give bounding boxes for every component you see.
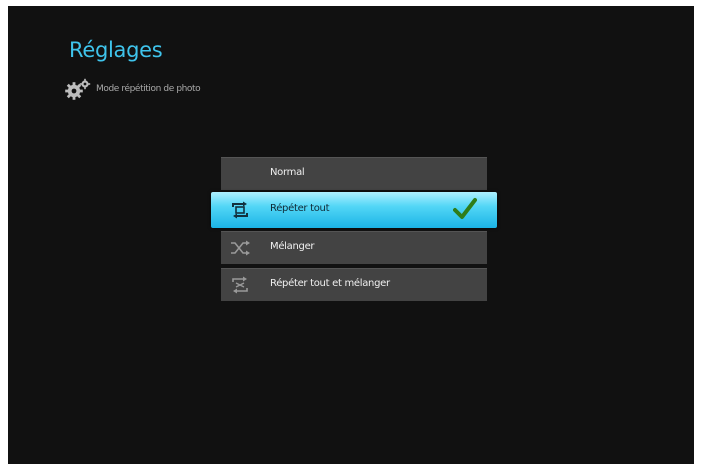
menu-item-label: Normal (270, 167, 305, 178)
page-title: Réglages (69, 38, 163, 62)
breadcrumb-label: Mode répétition de photo (96, 84, 201, 94)
gears-icon (65, 78, 91, 100)
menu-item-repeat-all[interactable]: Répéter tout (211, 192, 497, 228)
checkmark-icon (453, 198, 477, 219)
menu-item-label: Mélanger (270, 241, 315, 252)
menu-item-label: Répéter tout (270, 203, 330, 214)
menu-item-repeat-shuffle[interactable]: Répéter tout et mélanger (221, 268, 487, 301)
menu-item-normal[interactable]: Normal (221, 157, 487, 190)
repeat-shuffle-icon (232, 276, 248, 294)
breadcrumb: Mode répétition de photo (64, 78, 201, 100)
menu-item-shuffle[interactable]: Mélanger (221, 231, 487, 264)
tv-screen: Réglages Mode répétition de photo Normal… (8, 6, 694, 464)
repeat-all-icon (232, 201, 248, 219)
menu-item-label: Répéter tout et mélanger (270, 278, 390, 289)
shuffle-icon (231, 240, 250, 256)
